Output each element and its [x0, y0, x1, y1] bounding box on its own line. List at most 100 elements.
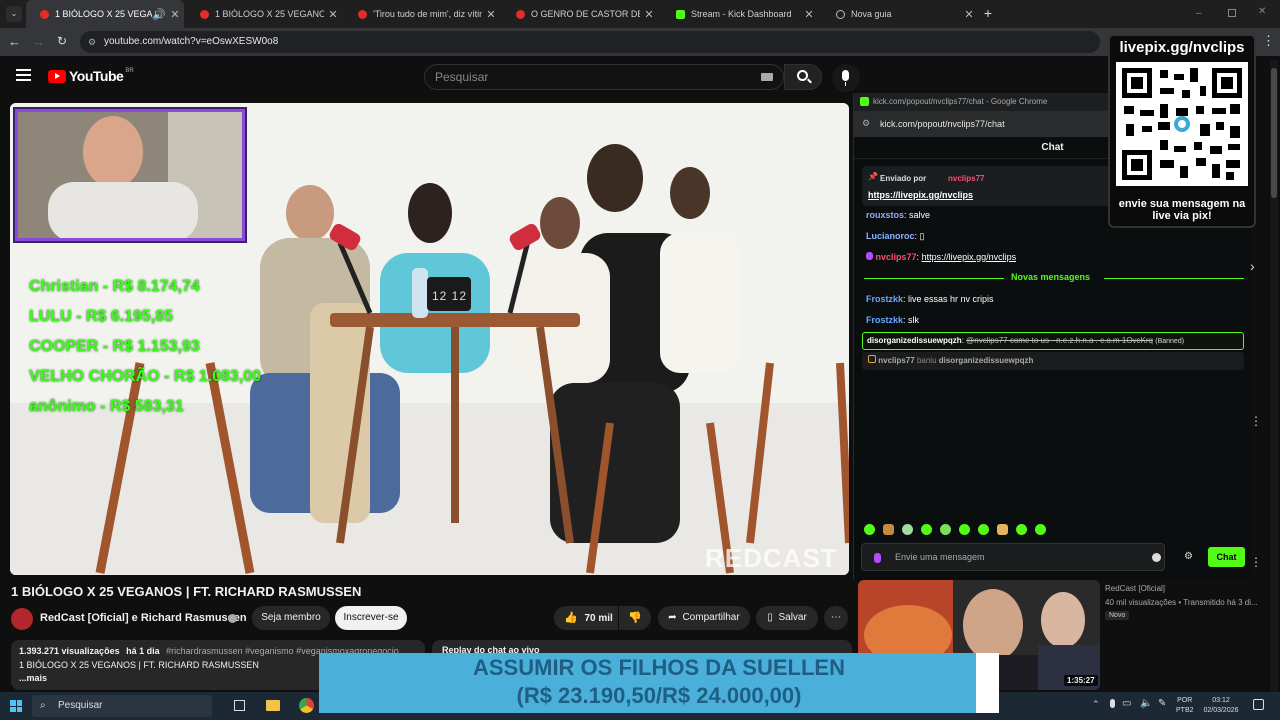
video-duration: 1:35:27 — [1064, 675, 1098, 686]
browser-tab-3[interactable]: 'Tirou tudo de mim', diz vítima ✕ — [344, 0, 500, 28]
join-button[interactable]: Seja membro — [252, 606, 330, 630]
emote-icon[interactable] — [1016, 524, 1027, 535]
kick-icon — [676, 9, 685, 19]
channel-name[interactable]: RedCast [Oficial] e Richard Rasmussen — [40, 612, 247, 624]
browser-tab-6[interactable]: Nova guia ✕ — [822, 0, 978, 28]
pinned-link[interactable]: https://livepix.gg/nvclips — [868, 190, 973, 200]
browser-tab-4[interactable]: O GENRO DE CASTOR DE ANDI ✕ — [502, 0, 658, 28]
pinned-message[interactable]: 📌 Enviado por nvclips77 https://livepix.… — [862, 166, 1112, 206]
emote-icon[interactable] — [959, 524, 970, 535]
browser-tab-2[interactable]: 1 BIÓLOGO X 25 VEGANOS | FT ✕ — [186, 0, 342, 28]
keyboard-icon[interactable] — [761, 73, 773, 81]
mod-action-notice: nvclips77 baniu disorganizedissuewpqzh — [862, 352, 1244, 370]
file-explorer-icon[interactable] — [266, 700, 280, 711]
moderator-shield-icon — [868, 355, 876, 363]
close-icon[interactable]: ✕ — [960, 8, 978, 21]
bookmark-icon: ▯ — [767, 612, 773, 623]
address-bar[interactable]: ⚙ youtube.com/watch?v=eOswXESW0o8 — [80, 31, 1100, 53]
more-menu-icon[interactable]: ⋮ — [1262, 33, 1275, 49]
video-title: 1 BIÓLOGO X 25 VEGANOS | FT. RICHARD RAS… — [11, 584, 362, 599]
show-more-link[interactable]: ...mais — [19, 673, 47, 683]
streamer-webcam — [15, 109, 245, 241]
tray-arrow-icon[interactable]: ⌃ — [1092, 699, 1100, 710]
save-button[interactable]: ▯ Salvar — [756, 606, 818, 630]
globe-icon — [836, 9, 845, 19]
thumbs-down-icon: 👎 — [628, 612, 642, 624]
taskbar-search[interactable]: ⌕ Pesquisar — [32, 695, 212, 717]
browser-tab-5[interactable]: Stream - Kick Dashboard ✕ — [662, 0, 818, 28]
browser-tab-1[interactable]: 1 BIÓLOGO X 25 VEGANOS 🔊 ✕ — [26, 0, 184, 28]
emote-icon[interactable] — [1035, 524, 1046, 535]
youtube-icon — [358, 9, 367, 19]
chrome-icon[interactable] — [299, 698, 314, 713]
window-close-icon[interactable]: ✕ — [1258, 6, 1266, 17]
youtube-logo[interactable]: YouTube BR — [48, 68, 134, 84]
upload-age: há 1 dia — [126, 646, 160, 656]
forward-icon[interactable]: → — [32, 34, 45, 49]
emote-icon[interactable] — [997, 524, 1008, 535]
chat-message: Lucianoroc: ▯ — [866, 231, 925, 241]
chat-send-button[interactable]: Chat — [1208, 547, 1245, 567]
scrollbar-thumb[interactable] — [1271, 68, 1277, 198]
chat-message: Frostzkk: live essas hr nv cripis — [866, 294, 994, 304]
share-icon: ➦ — [668, 612, 677, 623]
video-player[interactable]: 12 12 Toma... como seres humanos é Chris… — [10, 103, 849, 575]
close-icon[interactable]: ✕ — [166, 8, 184, 21]
kick-icon — [860, 97, 869, 106]
more-actions-button[interactable]: ⋯ — [824, 606, 848, 630]
search-button[interactable] — [784, 64, 822, 90]
region-code: BR — [125, 68, 134, 74]
maximize-icon[interactable] — [1228, 9, 1236, 17]
recommended-stats: 40 mil visualizações • Transmitido há 3 … — [1105, 598, 1258, 607]
chat-input[interactable]: Envie uma mensagem — [861, 543, 1165, 571]
banned-message: disorganizedissuewpqzh: @nvclips77 come … — [862, 332, 1244, 350]
reload-icon[interactable]: ↻ — [57, 34, 67, 48]
hamburger-menu-icon[interactable] — [16, 69, 31, 81]
volume-icon[interactable]: 🔈 — [1140, 698, 1152, 709]
close-icon[interactable]: ✕ — [324, 8, 342, 21]
chat-window-url: kick.com/popout/nvclips77/chat — [880, 119, 1005, 129]
youtube-wordmark: YouTube — [69, 68, 124, 84]
like-button[interactable]: 👍 70 mil — [554, 606, 618, 630]
back-icon[interactable]: ← — [8, 34, 21, 49]
search-input[interactable]: Pesquisar — [424, 64, 784, 90]
network-icon[interactable]: ▭ — [1122, 698, 1131, 709]
site-info-icon[interactable]: ⚙ — [88, 31, 96, 53]
close-icon[interactable]: ✕ — [640, 8, 658, 21]
emote-icon[interactable] — [921, 524, 932, 535]
recommended-channel[interactable]: RedCast [Oficial] — [1105, 584, 1165, 593]
qr-title: livepix.gg/nvclips — [1119, 39, 1245, 56]
emote-icon[interactable] — [883, 524, 894, 535]
pen-icon[interactable]: ✎ — [1158, 698, 1166, 709]
language-indicator[interactable]: POR PTB2 — [1176, 696, 1194, 716]
chat-more-icon[interactable]: ⋮ — [1250, 414, 1262, 428]
microphone-icon[interactable] — [1110, 699, 1115, 708]
youtube-icon — [200, 9, 209, 19]
new-tab-button[interactable]: + — [980, 5, 996, 21]
qr-caption: envie sua mensagem na live via pix! — [1118, 198, 1246, 222]
emote-icon[interactable] — [902, 524, 913, 535]
task-view-icon[interactable] — [234, 700, 245, 711]
voice-search-button[interactable] — [832, 64, 860, 92]
tab-search-icon[interactable]: ⌄ — [6, 6, 22, 22]
dislike-button[interactable]: 👎 — [619, 606, 651, 630]
emote-icon[interactable] — [864, 524, 875, 535]
system-clock[interactable]: 03:12 02/03/2026 — [1198, 696, 1244, 716]
emote-icon[interactable] — [978, 524, 989, 535]
site-info-icon: ⚙ — [862, 118, 871, 128]
goal-title: ASSUMIR OS FILHOS DA SUELLEN — [473, 655, 845, 680]
share-button[interactable]: ➦ Compartilhar — [658, 606, 750, 630]
notification-icon[interactable] — [1253, 699, 1264, 710]
minimize-icon[interactable]: – — [1196, 8, 1210, 19]
chat-more-icon[interactable]: ⋮ — [1250, 555, 1262, 569]
close-icon[interactable]: ✕ — [482, 8, 500, 21]
windows-start-icon[interactable] — [10, 700, 22, 712]
emoji-icon[interactable] — [1152, 553, 1161, 562]
next-arrow-icon[interactable]: › — [1250, 258, 1255, 274]
page-scrollbar[interactable] — [1270, 60, 1278, 692]
chat-settings-icon[interactable]: ⚙ — [1184, 551, 1193, 562]
emote-icon[interactable] — [940, 524, 951, 535]
channel-avatar[interactable] — [11, 608, 33, 630]
close-icon[interactable]: ✕ — [800, 8, 818, 21]
subscribe-button[interactable]: Inscrever-se — [335, 606, 407, 630]
